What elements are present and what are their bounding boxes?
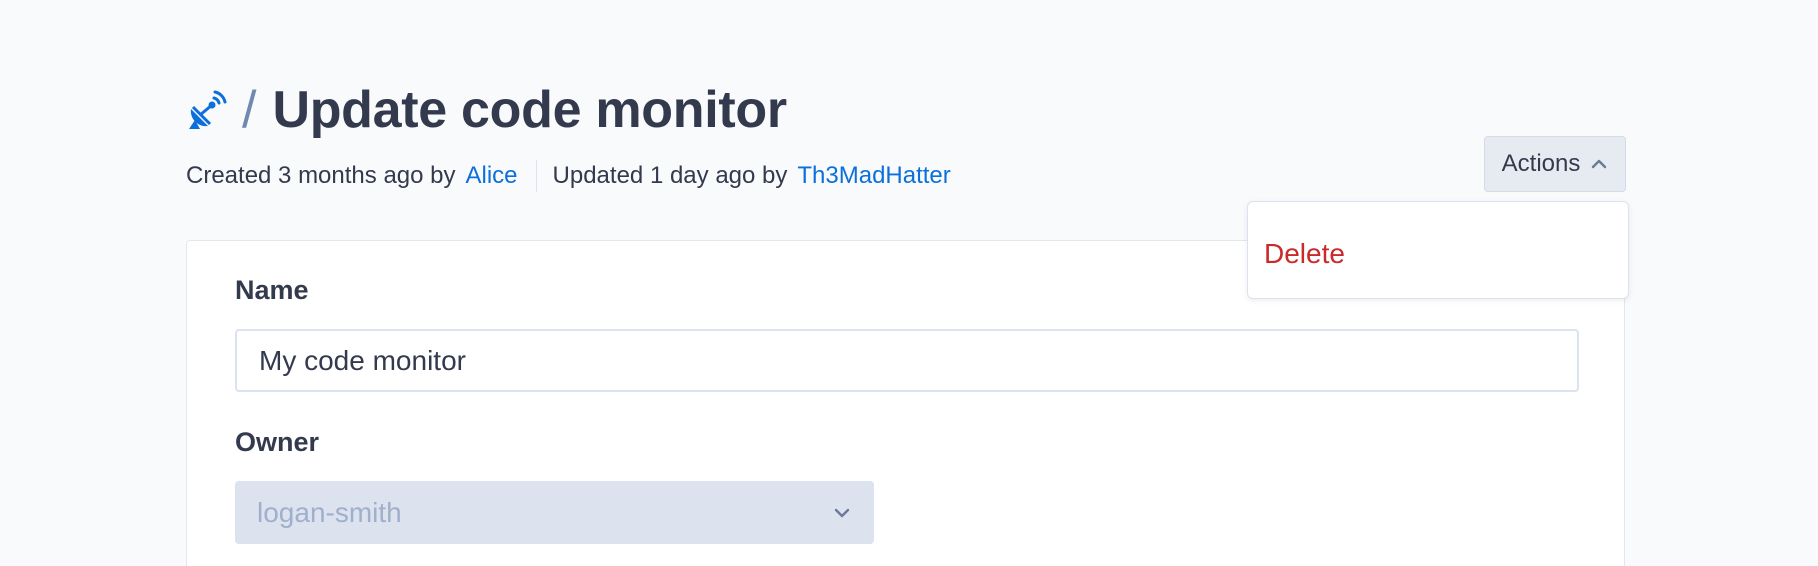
meta-divider (535, 160, 537, 192)
created-text: Created 3 months ago by (186, 162, 456, 189)
updated-by-link[interactable]: Th3MadHatter (797, 162, 950, 190)
actions-button[interactable]: Actions (1484, 136, 1626, 192)
actions-label: Actions (1501, 150, 1581, 177)
title-separator: / (242, 81, 257, 139)
page-title: Update code monitor (272, 81, 787, 139)
owner-label: Owner (235, 427, 320, 457)
chevron-down-icon (832, 503, 852, 523)
delete-menu-item[interactable]: Delete (1264, 238, 1345, 270)
chevron-up-icon (1590, 155, 1608, 173)
satellite-dish-icon (186, 89, 228, 131)
page: / Update code monitor Created 3 months a… (0, 0, 1818, 566)
created-by-link[interactable]: Alice (466, 162, 518, 190)
name-input[interactable] (235, 329, 1579, 392)
actions-menu: Delete (1247, 201, 1629, 299)
page-header: / Update code monitor (186, 78, 787, 142)
name-label: Name (235, 275, 309, 305)
monitor-meta: Created 3 months ago by Alice Updated 1 … (186, 158, 951, 194)
owner-select[interactable]: logan-smith (235, 481, 874, 544)
owner-value: logan-smith (257, 496, 402, 528)
updated-text: Updated 1 day ago by (552, 162, 788, 189)
